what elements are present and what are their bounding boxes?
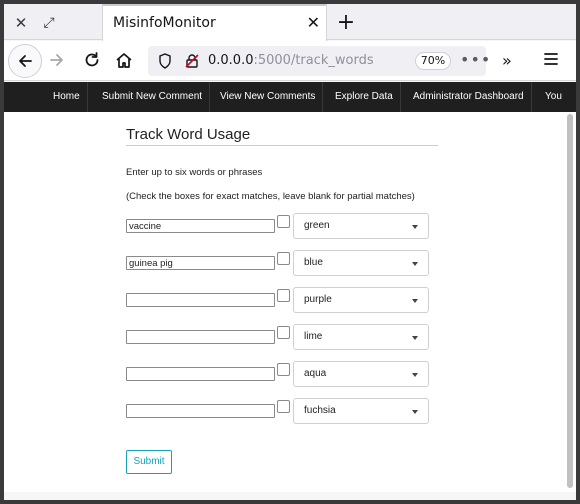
overflow-chevron-icon[interactable]: » [502,51,512,70]
word-row: blue [126,250,446,276]
caret-down-icon [412,410,418,414]
color-select-4[interactable]: lime [293,324,429,350]
nav-view-comments-link[interactable]: View New Comments [213,82,324,112]
exact-match-checkbox-6[interactable] [277,400,290,413]
word-input-4[interactable] [126,330,275,344]
exact-match-checkbox-3[interactable] [277,289,290,302]
color-select-6[interactable]: fuchsia [293,398,429,424]
exact-match-checkbox-1[interactable] [277,215,290,228]
close-tab-icon[interactable]: ✕ [307,13,320,32]
caret-down-icon [412,299,418,303]
word-row: purple [126,287,446,313]
tab-title: MisinfoMonitor [113,15,216,31]
nav-home-link[interactable]: Home [46,82,88,112]
insecure-lock-icon[interactable] [184,53,200,69]
exact-match-checkbox-4[interactable] [277,326,290,339]
url-text: 0.0.0.0:5000/track_words [208,53,374,68]
zoom-level-badge[interactable]: 70% [415,52,451,70]
reload-icon[interactable] [82,50,102,70]
caret-down-icon [412,262,418,266]
submit-button[interactable]: Submit [126,450,172,474]
caret-down-icon [412,336,418,340]
back-arrow-icon [19,55,32,67]
page-actions-icon[interactable]: ••• [460,50,491,69]
nav-admin-dashboard-link[interactable]: Administrator Dashboard [406,82,532,112]
back-button[interactable] [8,44,42,78]
exact-match-checkbox-2[interactable] [277,252,290,265]
nav-you-link[interactable]: You [538,82,569,112]
color-select-5[interactable]: aqua [293,361,429,387]
close-window-icon[interactable]: ✕ [10,12,32,34]
vertical-scrollbar[interactable] [567,114,573,488]
navigation-toolbar: 0.0.0.0:5000/track_words 70% ••• » [4,41,576,81]
color-select-value: green [304,220,330,231]
home-icon[interactable] [114,50,134,70]
word-input-6[interactable] [126,404,275,418]
resize-window-icon[interactable]: ⤢ [38,12,60,34]
word-row: aqua [126,361,446,387]
nav-explore-data-link[interactable]: Explore Data [328,82,401,112]
word-input-5[interactable] [126,367,275,381]
word-row: green [126,213,446,239]
color-select-2[interactable]: blue [293,250,429,276]
track-words-form: Track Word Usage Enter up to six words o… [126,126,446,474]
browser-tab[interactable]: MisinfoMonitor ✕ [102,4,327,41]
address-bar[interactable]: 0.0.0.0:5000/track_words 70% ••• [148,46,490,76]
nav-submit-comment-link[interactable]: Submit New Comment [95,82,211,112]
color-select-value: blue [304,257,323,268]
word-input-1[interactable] [126,219,275,233]
color-select-value: aqua [304,368,327,379]
color-select-value: purple [304,294,332,305]
tab-strip: ✕ ⤢ MisinfoMonitor ✕ + [4,4,576,41]
caret-down-icon [412,373,418,377]
word-input-2[interactable] [126,256,275,270]
page-viewport: Home Submit New Comment View New Comment… [4,82,576,492]
instruction-hint: (Check the boxes for exact matches, leav… [126,191,415,202]
word-row: lime [126,324,446,350]
color-select-1[interactable]: green [293,213,429,239]
hamburger-menu-icon[interactable] [542,50,560,68]
site-navbar: Home Submit New Comment View New Comment… [4,82,576,112]
url-path: :5000/track_words [253,53,374,68]
caret-down-icon [412,225,418,229]
forward-arrow-icon[interactable] [48,51,66,69]
shield-icon[interactable] [158,53,172,69]
new-tab-icon[interactable]: + [334,10,358,35]
word-input-3[interactable] [126,293,275,307]
url-host: 0.0.0.0 [208,53,254,68]
page-title: Track Word Usage [126,126,438,146]
word-row: fuchsia [126,398,446,424]
color-select-value: lime [304,331,323,342]
color-select-3[interactable]: purple [293,287,429,313]
color-select-value: fuchsia [304,405,336,416]
browser-window: ✕ ⤢ MisinfoMonitor ✕ + 0.0.0.0:5000/trac… [4,4,576,500]
instruction-text: Enter up to six words or phrases [126,167,263,178]
exact-match-checkbox-5[interactable] [277,363,290,376]
